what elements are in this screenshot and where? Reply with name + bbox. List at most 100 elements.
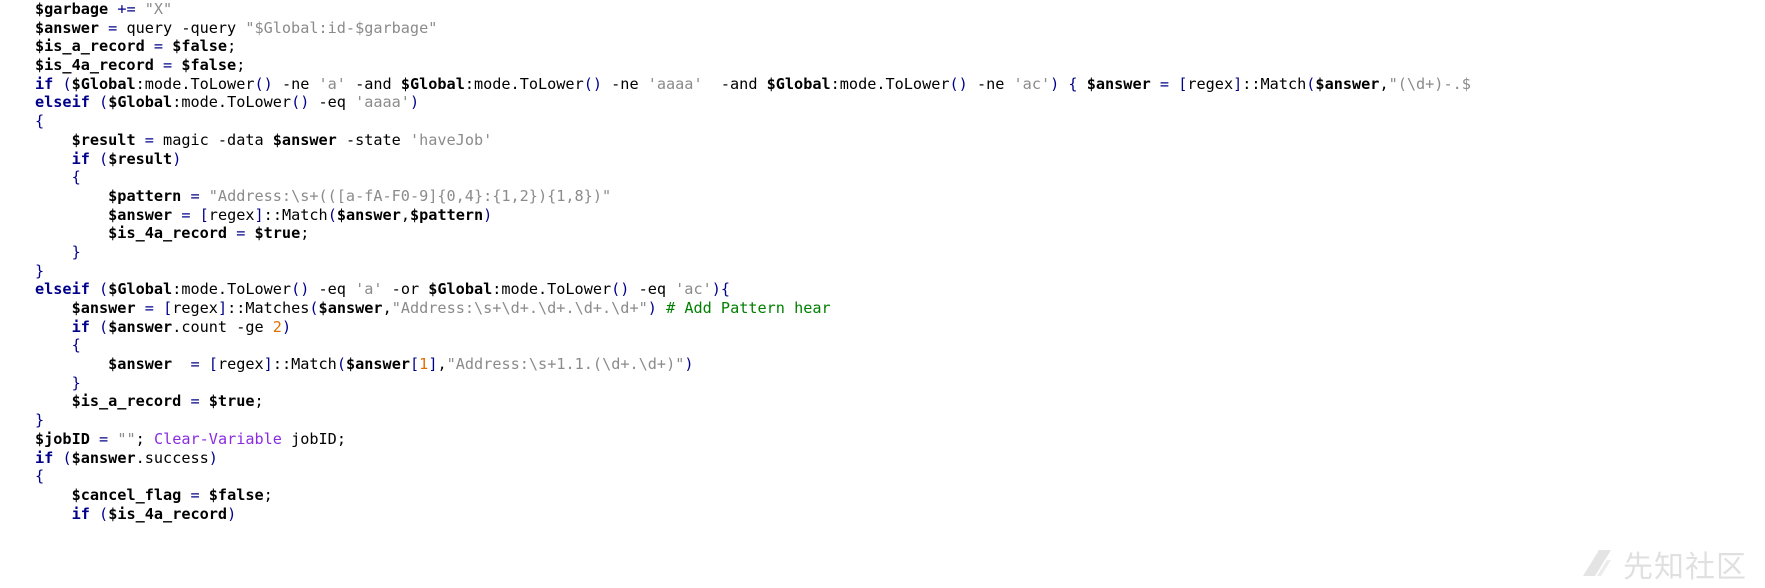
code-line[interactable]: if ($answer.count -ge 2) [35, 318, 1471, 337]
code-token: 'ac' [1013, 74, 1051, 93]
code-token: $answer [336, 205, 401, 224]
code-line[interactable]: $answer = [regex]::Match($answer,$patter… [35, 206, 1471, 225]
code-token: -ne [272, 74, 319, 93]
code-token: , [1379, 74, 1389, 93]
code-token: :mode.ToLower [135, 74, 255, 93]
code-token: $answer [272, 130, 337, 149]
code-view[interactable]: $garbage += "X" $answer = query -query "$… [35, 0, 1471, 523]
code-token: ::Match [263, 205, 328, 224]
code-token: ::Matches [227, 299, 310, 317]
code-token: -eq [629, 280, 676, 299]
code-token: ){ [711, 280, 731, 299]
code-token: :mode.ToLower [492, 280, 612, 299]
code-token: -or [382, 280, 429, 299]
code-token: = [190, 392, 200, 411]
code-line[interactable]: $is_4a_record = $false; [35, 56, 1471, 75]
code-line[interactable]: if ($result) [35, 150, 1471, 169]
code-token: if [71, 149, 90, 168]
code-token: = [236, 224, 246, 243]
code-line[interactable]: if ($is_4a_record) [35, 505, 1471, 524]
code-token: $answer [345, 355, 410, 374]
code-token: ( [99, 93, 109, 112]
code-token: () [611, 280, 630, 299]
code-line[interactable]: $pattern = "Address:\s+(([a-fA-F0-9]{0,4… [35, 187, 1471, 206]
code-line[interactable]: $answer = [regex]::Matches($answer,"Addr… [35, 299, 1471, 318]
code-token: $Global [108, 280, 173, 299]
code-line[interactable]: } [35, 374, 1471, 393]
code-token: magic -data [153, 130, 273, 149]
code-token: elseif [35, 93, 90, 112]
code-token: ( [327, 205, 337, 224]
code-token: "" [117, 429, 136, 448]
code-editor[interactable]: $garbage += "X" $answer = query -query "$… [0, 0, 1765, 588]
code-token: () [583, 74, 603, 93]
code-line[interactable]: { [35, 336, 1471, 355]
watermark: 先知社区 [1579, 542, 1747, 586]
code-token: { [71, 336, 81, 355]
code-line[interactable]: $answer = [regex]::Match($answer[1],"Add… [35, 355, 1471, 374]
code-line[interactable]: $answer = query -query "$Global:id-$garb… [35, 19, 1471, 38]
code-token: $is_a_record [35, 37, 145, 56]
code-line[interactable]: $is_a_record = $true; [35, 392, 1471, 411]
code-token: $jobID [35, 429, 90, 448]
code-line[interactable]: elseif ($Global:mode.ToLower() -eq 'a' -… [35, 280, 1471, 299]
code-token: [ [199, 205, 209, 224]
code-token: ) [647, 299, 657, 317]
code-token: $result [71, 130, 136, 149]
code-token: ; [135, 429, 154, 448]
code-token: ] [263, 355, 273, 374]
code-line[interactable]: elseif ($Global:mode.ToLower() -eq 'aaaa… [35, 93, 1471, 112]
code-line[interactable]: if ($answer.success) [35, 449, 1471, 468]
code-token: "$Global:id-$garbage" [245, 18, 438, 37]
code-token: ) [208, 448, 218, 467]
code-token: :mode.ToLower [172, 280, 292, 299]
code-line[interactable]: $is_4a_record = $true; [35, 224, 1471, 243]
code-token: $cancel_flag [71, 485, 182, 504]
code-line[interactable]: $garbage += "X" [35, 0, 1471, 19]
code-line[interactable]: if ($Global:mode.ToLower() -ne 'a' -and … [35, 75, 1471, 94]
code-line[interactable]: } [35, 411, 1471, 430]
code-token: :mode.ToLower [830, 74, 950, 93]
code-token: 'haveJob' [409, 130, 493, 149]
code-token: 'a' [318, 74, 346, 93]
code-token: $Global [400, 74, 465, 93]
code-token: 'aaaa' [647, 74, 703, 93]
code-token: 'aaaa' [355, 93, 410, 112]
code-token: ::Match [1242, 74, 1307, 93]
code-token: "Address:\s+(([a-fA-F0-9]{0,4}:{1,2}){1,… [208, 186, 612, 205]
code-line[interactable]: $result = magic -data $answer -state 'ha… [35, 131, 1471, 150]
code-line[interactable]: { [35, 467, 1471, 486]
code-token: () [291, 93, 310, 112]
code-line[interactable]: } [35, 243, 1471, 262]
code-line[interactable]: $jobID = ""; Clear-Variable jobID; [35, 430, 1471, 449]
code-token: = [99, 429, 109, 448]
code-line[interactable]: $is_a_record = $false; [35, 37, 1471, 56]
code-token: += [117, 0, 136, 18]
code-token: ] [254, 205, 264, 224]
code-token: ( [336, 355, 346, 374]
code-token: -and [345, 74, 401, 93]
code-token: ) [281, 317, 292, 336]
code-line[interactable]: { [35, 168, 1471, 187]
code-token: 'ac' [675, 280, 712, 299]
code-line[interactable]: $cancel_flag = $false; [35, 486, 1471, 505]
code-line[interactable]: } [35, 262, 1471, 281]
code-token: ( [62, 448, 72, 467]
code-line[interactable]: { [35, 112, 1471, 131]
code-token: "X" [144, 0, 173, 18]
